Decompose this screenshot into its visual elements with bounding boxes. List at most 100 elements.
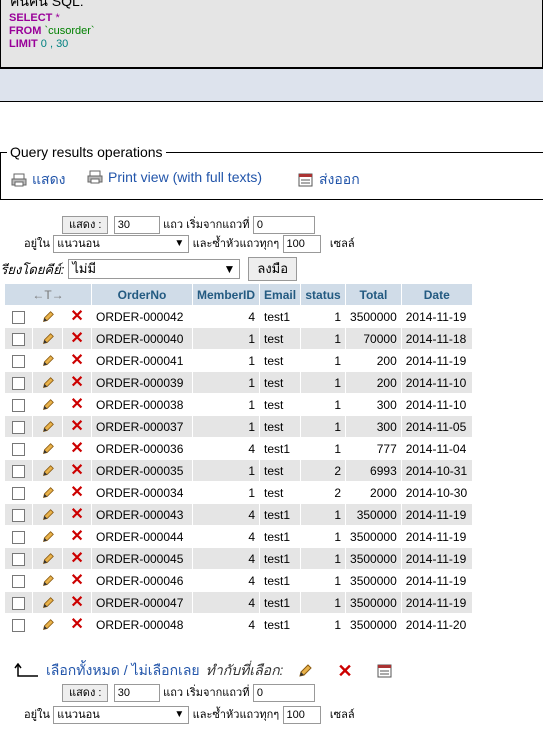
column-header-email[interactable]: Email xyxy=(260,284,301,305)
delete-cell[interactable]: ✕ xyxy=(63,328,91,349)
pencil-icon[interactable] xyxy=(41,420,55,434)
row-checkbox[interactable] xyxy=(5,614,33,635)
delete-icon[interactable]: ✕ xyxy=(70,396,83,413)
delete-cell[interactable]: ✕ xyxy=(63,570,91,591)
delete-icon[interactable]: ✕ xyxy=(70,330,83,347)
delete-icon[interactable]: ✕ xyxy=(70,374,83,391)
row-checkbox[interactable] xyxy=(5,416,33,437)
delete-cell[interactable]: ✕ xyxy=(63,482,91,503)
repeat-headers-input[interactable]: 100 xyxy=(282,706,321,724)
pencil-icon[interactable] xyxy=(41,618,55,632)
delete-cell[interactable]: ✕ xyxy=(63,306,91,327)
column-header-orderno[interactable]: OrderNo xyxy=(92,284,192,305)
column-header-memberid[interactable]: MemberID xyxy=(193,284,260,305)
delete-icon[interactable]: ✕ xyxy=(70,616,83,633)
pencil-icon[interactable] xyxy=(41,552,55,566)
pencil-icon[interactable] xyxy=(41,398,55,412)
start-row-input[interactable]: 0 xyxy=(252,216,315,234)
delete-icon[interactable]: ✕ xyxy=(70,440,83,457)
delete-cell[interactable]: ✕ xyxy=(63,394,91,415)
show-rows-button[interactable]: แสดง : xyxy=(62,216,109,234)
checkbox[interactable] xyxy=(12,530,26,544)
column-header-date[interactable]: Date xyxy=(401,284,472,305)
export-icon[interactable] xyxy=(377,663,393,679)
pencil-icon[interactable] xyxy=(41,486,55,500)
row-checkbox[interactable] xyxy=(5,394,33,415)
row-checkbox[interactable] xyxy=(5,592,33,613)
row-checkbox[interactable] xyxy=(5,526,33,547)
delete-icon[interactable]: ✕ xyxy=(70,506,83,523)
edit-cell[interactable] xyxy=(33,548,63,569)
sort-key-select[interactable]: ไม่มี ▼ xyxy=(68,259,241,279)
row-checkbox[interactable] xyxy=(5,482,33,503)
start-row-input[interactable]: 0 xyxy=(252,684,315,702)
checkbox[interactable] xyxy=(12,398,26,412)
delete-icon[interactable]: ✕ xyxy=(70,418,83,435)
delete-cell[interactable]: ✕ xyxy=(63,416,91,437)
checkbox[interactable] xyxy=(12,310,26,324)
checkbox[interactable] xyxy=(12,442,26,456)
delete-cell[interactable]: ✕ xyxy=(63,504,91,525)
row-checkbox[interactable] xyxy=(5,570,33,591)
column-header-status[interactable]: status xyxy=(301,284,346,305)
checkbox[interactable] xyxy=(12,354,26,368)
pencil-icon[interactable] xyxy=(41,376,55,390)
checkbox[interactable] xyxy=(12,552,26,566)
delete-icon[interactable]: ✕ xyxy=(70,308,83,325)
delete-icon[interactable]: ✕ xyxy=(70,484,83,501)
delete-icon[interactable]: ✕ xyxy=(70,594,83,611)
pencil-icon[interactable] xyxy=(41,530,55,544)
checkbox[interactable] xyxy=(12,376,26,390)
column-toggle-arrows[interactable]: ←T→ xyxy=(5,284,91,305)
edit-cell[interactable] xyxy=(33,570,63,591)
row-checkbox[interactable] xyxy=(5,306,33,327)
edit-cell[interactable] xyxy=(33,372,63,393)
delete-cell[interactable]: ✕ xyxy=(63,592,91,613)
checkbox[interactable] xyxy=(12,508,26,522)
delete-icon[interactable]: ✕ xyxy=(337,662,352,680)
column-header-total[interactable]: Total xyxy=(346,284,401,305)
pencil-icon[interactable] xyxy=(41,508,55,522)
row-checkbox[interactable] xyxy=(5,438,33,459)
display-mode-select[interactable]: แนวนอน ▼ xyxy=(53,235,190,253)
edit-cell[interactable] xyxy=(33,438,63,459)
row-checkbox[interactable] xyxy=(5,548,33,569)
checkbox[interactable] xyxy=(12,596,26,610)
show-rows-button[interactable]: แสดง : xyxy=(62,684,109,702)
export-link[interactable]: ส่งออก xyxy=(298,169,360,191)
row-checkbox[interactable] xyxy=(5,350,33,371)
rows-count-input[interactable]: 30 xyxy=(113,216,160,234)
edit-cell[interactable] xyxy=(33,416,63,437)
checkbox[interactable] xyxy=(12,486,26,500)
edit-cell[interactable] xyxy=(33,328,63,349)
edit-cell[interactable] xyxy=(33,306,63,327)
row-checkbox[interactable] xyxy=(5,372,33,393)
pencil-icon[interactable] xyxy=(41,442,55,456)
repeat-headers-input[interactable]: 100 xyxy=(282,235,321,253)
delete-cell[interactable]: ✕ xyxy=(63,460,91,481)
pencil-icon[interactable] xyxy=(41,354,55,368)
delete-cell[interactable]: ✕ xyxy=(63,372,91,393)
edit-cell[interactable] xyxy=(33,592,63,613)
row-checkbox[interactable] xyxy=(5,460,33,481)
edit-cell[interactable] xyxy=(33,504,63,525)
delete-icon[interactable]: ✕ xyxy=(70,352,83,369)
delete-icon[interactable]: ✕ xyxy=(70,550,83,567)
pencil-icon[interactable] xyxy=(41,332,55,346)
checkbox[interactable] xyxy=(12,420,26,434)
row-checkbox[interactable] xyxy=(5,504,33,525)
pencil-icon[interactable] xyxy=(41,464,55,478)
pencil-icon[interactable] xyxy=(41,310,55,324)
edit-cell[interactable] xyxy=(33,460,63,481)
pencil-icon[interactable] xyxy=(297,663,313,679)
edit-cell[interactable] xyxy=(33,350,63,371)
delete-cell[interactable]: ✕ xyxy=(63,614,91,635)
delete-icon[interactable]: ✕ xyxy=(70,462,83,479)
rows-count-input[interactable]: 30 xyxy=(113,684,160,702)
delete-cell[interactable]: ✕ xyxy=(63,526,91,547)
display-mode-select[interactable]: แนวนอน ▼ xyxy=(53,706,190,724)
show-link[interactable]: แสดง xyxy=(11,169,66,191)
edit-cell[interactable] xyxy=(33,526,63,547)
delete-icon[interactable]: ✕ xyxy=(70,572,83,589)
checkbox[interactable] xyxy=(12,464,26,478)
